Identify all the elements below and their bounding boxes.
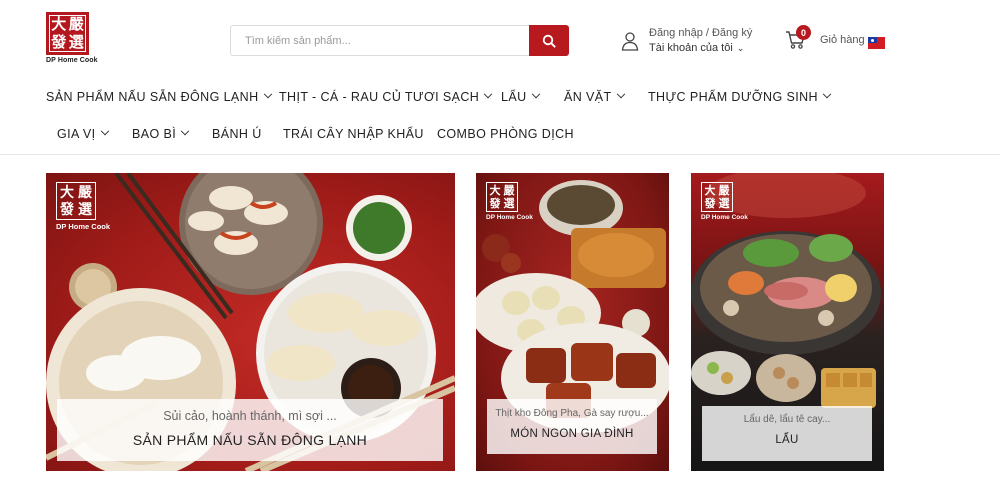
search-icon [542, 34, 556, 48]
chevron-down-icon [180, 126, 190, 136]
taiwan-flag-icon[interactable] [868, 37, 885, 49]
nav-item-snacks[interactable]: ĂN VẶT [564, 89, 625, 104]
chevron-down-icon [100, 126, 109, 136]
banner-logo: 大 嚴 發 選 DP Home Cook [56, 182, 110, 231]
logo-char: 嚴 [503, 184, 515, 197]
banner-hotpot[interactable]: 大 嚴 發 選 DP Home Cook Lẩu dê, lẩu tê cay.… [691, 173, 884, 471]
logo-char: 發 [704, 197, 716, 210]
banner-logo: 大 嚴 發 選 DP Home Cook [486, 182, 533, 221]
banner-subtitle: Sủi cảo, hoành thánh, mì sợi ... [163, 409, 337, 423]
login-register-link[interactable]: Đăng nhập / Đăng ký [649, 26, 752, 41]
banner-title[interactable]: SẢN PHẨM NẤU SẴN ĐÔNG LẠNH [57, 432, 443, 448]
cart-label: Giỏ hàng [820, 34, 865, 46]
site-logo[interactable]: 大 嚴 發 選 DP Home Cook [46, 12, 98, 68]
cart-button[interactable]: 0 Giỏ hàng [785, 25, 865, 50]
nav-item-hotpot[interactable]: LẨU [501, 89, 540, 104]
user-icon [621, 32, 639, 51]
nav-label: ĂN VẶT [564, 90, 612, 104]
nav-label: LẨU [501, 90, 527, 104]
search-button[interactable] [529, 25, 569, 56]
banner-caption: Thịt kho Đông Pha, Gà say rượu... MÓN NG… [487, 399, 657, 454]
logo-char: 嚴 [68, 15, 84, 34]
account-menu[interactable]: Đăng nhập / Đăng ký Tài khoản của tôi ⌄ [621, 26, 752, 56]
nav-item-frozen-food[interactable]: SẢN PHẨM NẤU SẴN ĐÔNG LẠNH [46, 89, 272, 104]
logo-char: 嚴 [718, 184, 730, 197]
nav-label: BAO BÌ [132, 127, 177, 141]
logo-char: 大 [51, 15, 67, 34]
banner-frozen-food[interactable]: 大 嚴 發 選 DP Home Cook Sủi cảo, hoành thán… [46, 173, 455, 471]
banner-subtitle: Thịt kho Đông Pha, Gà say rượu... [495, 408, 649, 419]
nav-item-health-food[interactable]: THỰC PHẨM DƯỠNG SINH [648, 89, 832, 104]
logo-char: 大 [489, 184, 501, 197]
banner-title[interactable]: MÓN NGON GIA ĐÌNH [487, 428, 657, 440]
chevron-down-icon [531, 89, 540, 99]
cart-count-badge: 0 [796, 25, 811, 40]
banner-subtitle: Lẩu dê, lẩu tê cay... [743, 414, 831, 425]
logo-caption: DP Home Cook [701, 214, 748, 221]
logo-char: 選 [718, 197, 730, 210]
logo-char: 大 [60, 184, 74, 201]
nav-label: THỰC PHẨM DƯỠNG SINH [648, 90, 818, 104]
banner-caption: Lẩu dê, lẩu tê cay... LẨU [702, 406, 872, 461]
logo-seal: 大 嚴 發 選 [46, 12, 89, 55]
nav-label: COMBO PHÒNG DỊCH [437, 127, 574, 141]
nav-item-imported-fruit[interactable]: TRÁI CÂY NHẬP KHẨU [283, 127, 424, 141]
nav-label: GIA VỊ [57, 127, 96, 141]
logo-char: 大 [704, 184, 716, 197]
chevron-down-icon [263, 89, 272, 99]
search-input[interactable] [230, 25, 529, 56]
logo-caption: DP Home Cook [56, 222, 111, 231]
nav-label: THỊT - CÁ - RAU CỦ TƯƠI SẠCH [279, 90, 480, 104]
search-bar [230, 25, 569, 56]
banner-caption: Sủi cảo, hoành thánh, mì sợi ... SẢN PHẨ… [57, 399, 443, 461]
chevron-down-icon: ⌄ [736, 43, 745, 53]
logo-char: 選 [68, 32, 84, 51]
nav-label: BÁNH Ú [212, 127, 262, 141]
logo-char: 發 [489, 197, 501, 210]
nav-label: SẢN PHẨM NẤU SẴN ĐÔNG LẠNH [46, 90, 259, 104]
chevron-down-icon [822, 89, 832, 99]
logo-char: 發 [60, 201, 74, 218]
my-account-label[interactable]: Tài khoản của tôi [649, 42, 733, 54]
banner-title[interactable]: LẨU [702, 434, 872, 446]
nav-item-combo[interactable]: COMBO PHÒNG DỊCH [437, 127, 574, 141]
banner-logo: 大 嚴 發 選 DP Home Cook [701, 182, 748, 221]
nav-item-fresh-food[interactable]: THỊT - CÁ - RAU CỦ TƯƠI SẠCH [279, 89, 493, 104]
banner-family-dishes[interactable]: 大 嚴 發 選 DP Home Cook Thịt kho Đông Pha, … [476, 173, 669, 471]
logo-char: 選 [503, 197, 515, 210]
logo-caption: DP Home Cook [46, 57, 98, 64]
nav-item-packaging[interactable]: BAO BÌ [132, 126, 190, 141]
logo-char: 嚴 [78, 184, 92, 201]
logo-caption: DP Home Cook [486, 214, 533, 221]
site-header: 大 嚴 發 選 DP Home Cook Đăng nhập / Đăng ký… [0, 0, 1000, 155]
chevron-down-icon [616, 89, 625, 99]
logo-char: 選 [78, 201, 92, 218]
logo-char: 發 [51, 32, 67, 51]
nav-label: TRÁI CÂY NHẬP KHẨU [283, 127, 424, 141]
nav-item-rice-dumplings[interactable]: BÁNH Ú [212, 127, 262, 141]
chevron-down-icon [483, 89, 493, 99]
nav-item-spices[interactable]: GIA VỊ [57, 126, 109, 141]
